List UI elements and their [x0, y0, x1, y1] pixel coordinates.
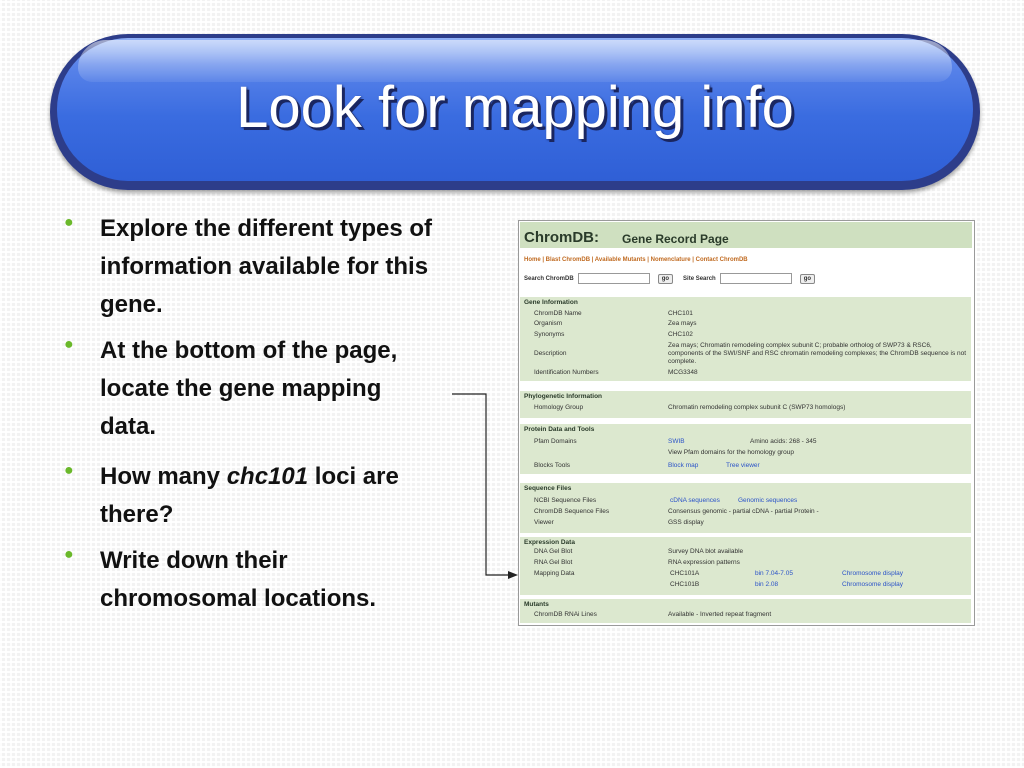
- row-label: Organism: [534, 320, 563, 327]
- site-search-input[interactable]: [719, 273, 792, 284]
- chromdb-search-bar: Search ChromDB go Site Search go: [524, 273, 825, 284]
- chromosome-display-link[interactable]: Chromosome display: [842, 581, 903, 589]
- section-title: Mutants: [524, 601, 549, 608]
- row-label: Pfam Domains: [534, 438, 577, 445]
- section-title: Expression Data: [524, 539, 575, 546]
- row-value: cDNA sequences Genomic sequences: [670, 497, 970, 505]
- rnai-lines-link[interactable]: Available - Inverted repeat fragment: [668, 611, 968, 619]
- row-label: ChromDB RNAi Lines: [534, 611, 597, 618]
- bin-link[interactable]: bin 7.04-7.05: [755, 570, 793, 578]
- row-label: Homology Group: [534, 404, 584, 411]
- chromdb-nav-links[interactable]: Home | Blast ChromDB | Available Mutants…: [524, 257, 748, 263]
- pfam-link[interactable]: SWIB: [668, 438, 685, 445]
- bin-link[interactable]: bin 2.08: [755, 581, 778, 589]
- row-label: RNA Gel Blot: [534, 559, 573, 566]
- site-search-go-button[interactable]: go: [799, 273, 816, 284]
- gss-link[interactable]: GSS display: [668, 519, 968, 527]
- row-label: Mapping Data: [534, 570, 575, 577]
- tree-viewer-link[interactable]: Tree viewer: [726, 462, 760, 470]
- row-value: Block map Tree viewer: [668, 462, 968, 470]
- chromdb-screenshot: ChromDB: Gene Record Page Home | Blast C…: [518, 220, 975, 626]
- phylogenetic-section: Phylogenetic Information Homology Group C…: [520, 391, 971, 418]
- row-label: Viewer: [534, 519, 554, 526]
- row-label: ChromDB Sequence Files: [534, 508, 610, 515]
- search-label: Search ChromDB: [524, 276, 574, 283]
- row-value: Chromatin remodeling complex subunit C (…: [668, 404, 846, 411]
- row-value: SWIB Amino acids: 268 - 345: [668, 438, 968, 446]
- amino-acid-range: Amino acids: 268 - 345: [750, 438, 817, 445]
- row-label: NCBI Sequence Files: [534, 497, 597, 504]
- section-title: Protein Data and Tools: [524, 426, 595, 433]
- row-value: CHC101A bin 7.04-7.05 Chromosome display: [670, 570, 970, 578]
- section-title: Phylogenetic Information: [524, 393, 603, 400]
- section-title: Sequence Files: [524, 485, 572, 492]
- row-value: Zea mays; Chromatin remodeling complex s…: [668, 342, 967, 365]
- row-value: MCG3348: [668, 369, 698, 376]
- search-input[interactable]: [577, 273, 650, 284]
- row-value: CHC101: [668, 310, 693, 317]
- mutants-section: Mutants ChromDB RNAi Lines Available - In…: [520, 599, 971, 623]
- locus-name: CHC101A: [670, 570, 700, 577]
- chromdb-logo: ChromDB:: [524, 229, 599, 246]
- protein-section: Protein Data and Tools Pfam Domains SWIB A…: [520, 424, 971, 474]
- chromosome-display-link[interactable]: Chromosome display: [842, 570, 903, 578]
- consensus-link[interactable]: Consensus genomic - partial cDNA - parti…: [668, 508, 968, 516]
- expression-data-section: Expression Data DNA Gel Blot Survey DNA b…: [520, 537, 971, 595]
- search-go-button[interactable]: go: [657, 273, 674, 284]
- row-value: Zea mays: [668, 320, 697, 327]
- genomic-link[interactable]: Genomic sequences: [738, 497, 797, 505]
- site-search-label: Site Search: [683, 276, 716, 283]
- section-title: Gene Information: [524, 299, 578, 306]
- row-label: Description: [534, 350, 567, 357]
- chromdb-header: ChromDB: Gene Record Page: [520, 222, 972, 248]
- dna-blot-link[interactable]: Survey DNA blot available: [668, 548, 968, 556]
- row-value: CHC101B bin 2.08 Chromosome display: [670, 581, 970, 589]
- gene-information-section: Gene Information ChromDB Name CHC101 Orga…: [520, 297, 971, 381]
- row-label: Blocks Tools: [534, 462, 571, 469]
- row-label: ChromDB Name: [534, 310, 582, 317]
- cdna-link[interactable]: cDNA sequences: [670, 497, 720, 504]
- row-value: CHC102: [668, 331, 693, 338]
- row-label: Identification Numbers: [534, 369, 599, 376]
- locus-name: CHC101B: [670, 581, 700, 588]
- pfam-view-link[interactable]: View Pfam domains for the homology group: [668, 449, 968, 457]
- chromdb-page-title: Gene Record Page: [622, 232, 729, 246]
- block-map-link[interactable]: Block map: [668, 462, 698, 469]
- row-label: DNA Gel Blot: [534, 548, 573, 555]
- rna-expression-link[interactable]: RNA expression patterns: [668, 559, 968, 567]
- sequence-files-section: Sequence Files NCBI Sequence Files cDNA s…: [520, 483, 971, 533]
- row-label: Synonyms: [534, 331, 565, 338]
